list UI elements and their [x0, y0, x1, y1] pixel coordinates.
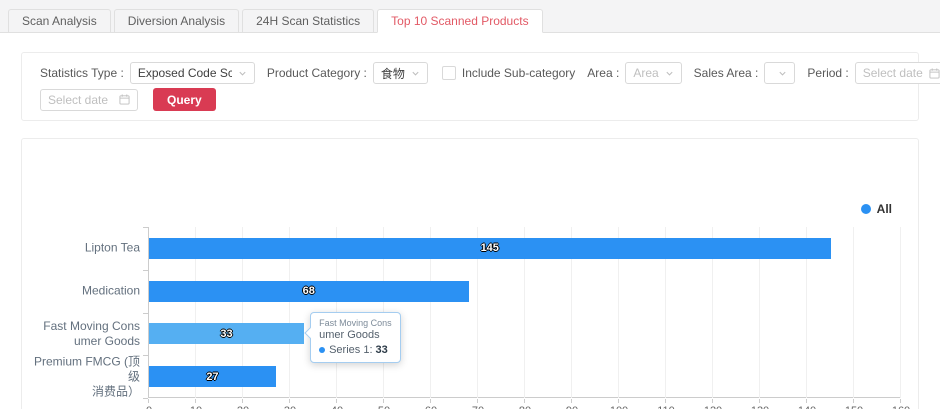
x-axis-tick	[477, 399, 478, 403]
x-axis-tick-label: 110	[657, 405, 675, 409]
x-axis-tick-label: 100	[610, 405, 628, 409]
bar[interactable]: 27	[149, 366, 276, 387]
tab-24h-scan-statistics[interactable]: 24H Scan Statistics	[242, 9, 374, 33]
x-axis-tick-label: 150	[845, 405, 863, 409]
x-axis-tick-label: 70	[472, 405, 484, 409]
y-axis-tick	[143, 355, 148, 356]
tooltip-series-value: 33	[376, 342, 388, 358]
x-axis-tick	[571, 399, 572, 403]
x-axis-tick	[900, 399, 901, 403]
bar[interactable]: 68	[149, 281, 469, 302]
x-axis-tick-label: 90	[566, 405, 578, 409]
statistics-type-value: Exposed Code Scans	[138, 66, 232, 80]
tooltip-title-line-2: umer Goods	[319, 329, 392, 342]
query-button[interactable]: Query	[153, 88, 216, 111]
area-label: Area :	[587, 66, 619, 80]
period-start-date-input[interactable]: Select date	[855, 62, 940, 84]
x-axis-tick	[853, 399, 854, 403]
category-label: Medication	[28, 284, 140, 299]
x-axis-tick-label: 60	[425, 405, 437, 409]
sales-area-select[interactable]	[764, 62, 795, 84]
category-label: Lipton Tea	[28, 241, 140, 256]
y-axis-tick	[143, 398, 148, 399]
chart-panel: All Fast Moving Cons umer Goods Series 1…	[21, 138, 919, 409]
gridline	[853, 227, 854, 398]
x-axis-tick	[806, 399, 807, 403]
x-axis-tick	[759, 399, 760, 403]
product-category-value: 食物	[381, 65, 405, 82]
x-axis-tick	[665, 399, 666, 403]
x-axis-tick-label: 120	[704, 405, 722, 409]
x-axis-tick-label: 130	[751, 405, 769, 409]
tab-top-10-scanned-products[interactable]: Top 10 Scanned Products	[377, 9, 542, 33]
y-axis-tick	[143, 227, 148, 228]
x-axis-tick	[195, 399, 196, 403]
x-axis-tick	[618, 399, 619, 403]
area-placeholder: Area	[633, 66, 658, 80]
x-axis-tick	[289, 399, 290, 403]
chevron-down-icon	[665, 69, 674, 78]
x-axis-tick-label: 140	[798, 405, 816, 409]
tab-scan-analysis[interactable]: Scan Analysis	[8, 9, 111, 33]
filter-row-2: Select date Query	[40, 88, 900, 111]
period-label: Period :	[807, 66, 848, 80]
calendar-icon	[119, 94, 130, 105]
tooltip-series-row: Series 1: 33	[319, 342, 392, 358]
tooltip-arrow	[304, 327, 315, 338]
bar[interactable]: 33	[149, 323, 304, 344]
x-axis-tick-label: 160	[892, 405, 910, 409]
include-subcategory-label: Include Sub-category	[462, 66, 575, 80]
tab-diversion-analysis[interactable]: Diversion Analysis	[114, 9, 239, 33]
x-axis-tick-label: 10	[190, 405, 202, 409]
calendar-icon	[929, 68, 940, 79]
x-axis-tick	[430, 399, 431, 403]
x-axis-tick-label: 30	[284, 405, 296, 409]
product-category-label: Product Category :	[267, 66, 367, 80]
x-axis-tick-label: 50	[378, 405, 390, 409]
include-subcategory-checkbox[interactable]	[442, 66, 456, 80]
category-label: Premium FMCG (顶级 消费品）	[28, 354, 140, 399]
statistics-type-select[interactable]: Exposed Code Scans	[130, 62, 255, 84]
statistics-type-label: Statistics Type :	[40, 66, 124, 80]
bar-value-label: 33	[149, 328, 304, 340]
chevron-down-icon	[238, 69, 247, 78]
tab-bar: Scan Analysis Diversion Analysis 24H Sca…	[0, 0, 940, 33]
legend-item-all[interactable]: All	[861, 202, 892, 216]
x-axis-tick	[712, 399, 713, 403]
tooltip-title-line-1: Fast Moving Cons	[319, 317, 392, 329]
bar-value-label: 27	[149, 371, 276, 383]
y-axis-tick	[143, 313, 148, 314]
chevron-down-icon	[778, 69, 787, 78]
category-label: Fast Moving Cons umer Goods	[28, 319, 140, 349]
x-axis-tick-label: 20	[237, 405, 249, 409]
plot-area: Fast Moving Cons umer Goods Series 1: 33…	[148, 227, 900, 398]
x-axis-tick	[383, 399, 384, 403]
x-axis-tick-label: 0	[146, 405, 152, 409]
period-start-placeholder: Select date	[863, 66, 923, 80]
period-end-date-input[interactable]: Select date	[40, 89, 138, 111]
filter-row-1: Statistics Type : Exposed Code Scans Pro…	[40, 62, 900, 84]
x-axis-tick	[524, 399, 525, 403]
x-axis-tick-label: 40	[331, 405, 343, 409]
bar[interactable]: 145	[149, 238, 831, 259]
series-dot-icon	[319, 347, 325, 353]
x-axis-tick	[336, 399, 337, 403]
bar-value-label: 145	[149, 242, 831, 254]
x-axis-tick-label: 80	[519, 405, 531, 409]
area-select[interactable]: Area	[625, 62, 681, 84]
legend-label: All	[877, 202, 892, 216]
bar-value-label: 68	[149, 285, 469, 297]
x-axis-tick	[148, 399, 149, 403]
y-axis-tick	[143, 270, 148, 271]
chart-tooltip: Fast Moving Cons umer Goods Series 1: 33	[310, 312, 401, 363]
period-end-placeholder: Select date	[48, 93, 108, 107]
chevron-down-icon	[411, 69, 420, 78]
sales-area-label: Sales Area :	[694, 66, 759, 80]
x-axis-tick	[242, 399, 243, 403]
product-category-select[interactable]: 食物	[373, 62, 428, 84]
gridline	[900, 227, 901, 398]
tooltip-series-label: Series 1:	[329, 342, 372, 358]
legend-dot-icon	[861, 204, 871, 214]
filter-panel: Statistics Type : Exposed Code Scans Pro…	[21, 52, 919, 121]
